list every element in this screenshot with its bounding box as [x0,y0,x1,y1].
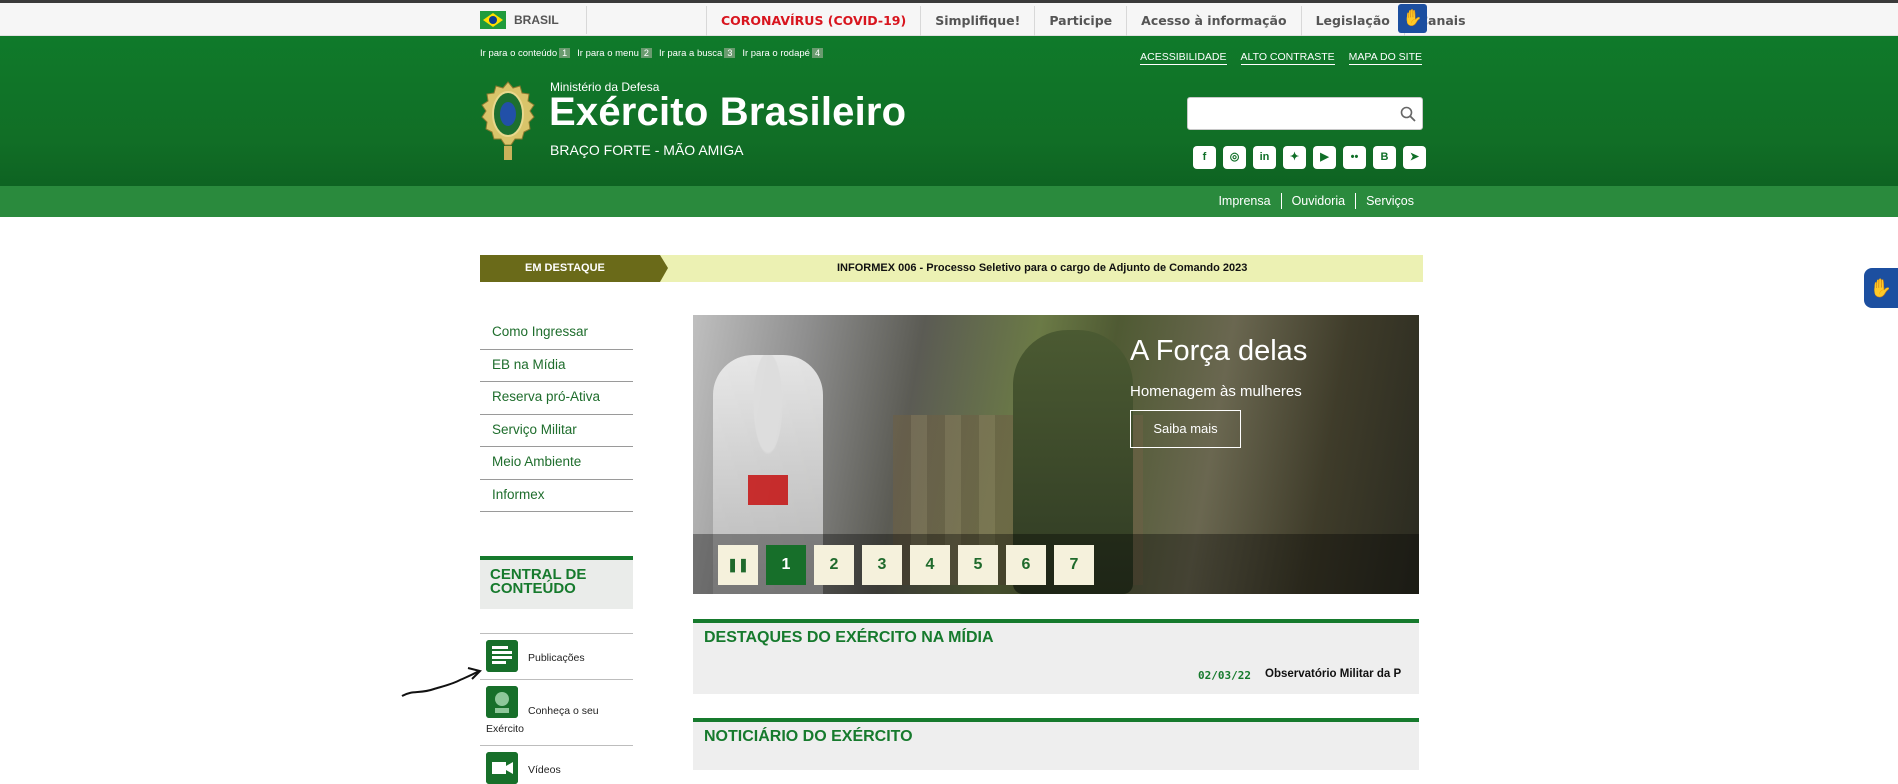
side-menu-servico-militar[interactable]: Serviço Militar [480,415,633,447]
pager-page-6[interactable]: 6 [1006,545,1046,585]
document-icon [486,640,518,672]
brasil-label: BRASIL [514,13,559,27]
sitemap-link[interactable]: MAPA DO SITE [1348,51,1422,65]
social-links: f ◎ in ✦ ▶ •• B ➤ [1193,146,1426,169]
side-menu: Como Ingressar EB na Mídia Reserva pró-A… [480,317,633,512]
gov-link-simplifique[interactable]: Simplifique! [920,6,1034,36]
subnav-ouvidoria[interactable]: Ouvidoria [1280,193,1356,209]
gov-bar-divider [586,6,587,34]
pager-page-2[interactable]: 2 [814,545,854,585]
search-input[interactable] [1194,98,1394,126]
vlibras-widget-icon[interactable]: ✋ [1864,268,1898,308]
publications-label: Publicações [528,652,585,664]
side-menu-eb-na-midia[interactable]: EB na Mídia [480,350,633,382]
twitter-icon[interactable]: ✦ [1283,146,1306,169]
skip-links: Ir para o conteúdo 1 Ir para o menu 2 Ir p… [480,48,826,59]
subnav-servicos[interactable]: Serviços [1355,193,1424,209]
skip-link-footer[interactable]: Ir para o rodapé 4 [742,48,826,59]
sub-nav: Imprensa Ouvidoria Serviços [1208,193,1424,209]
facebook-icon[interactable]: f [1193,146,1216,169]
army-badge-icon [486,686,518,718]
skip-link-search[interactable]: Ir para a busca 3 [659,48,738,59]
high-contrast-link[interactable]: ALTO CONTRASTE [1240,51,1335,65]
accessibility-links: ACESSIBILIDADE ALTO CONTRASTE MAPA DO SI… [1140,51,1422,65]
news-section-title: NOTICIÁRIO DO EXÉRCITO [704,728,913,745]
search-icon[interactable] [1400,106,1416,122]
videos-label: Vídeos [528,764,561,776]
hero-banner[interactable]: A Força delas Homenagem às mulheres Saib… [693,315,1419,594]
subnav-imprensa[interactable]: Imprensa [1208,193,1280,209]
videos-link[interactable]: Vídeos [480,745,633,784]
publications-link[interactable]: Publicações [480,633,633,679]
army-emblem-icon[interactable] [480,80,536,164]
flickr-icon[interactable]: •• [1343,146,1366,169]
sub-navigation-bar [0,186,1898,217]
brasil-link[interactable]: BRASIL [480,10,559,30]
side-menu-meio-ambiente[interactable]: Meio Ambiente [480,447,633,480]
gov-nav: CORONAVÍRUS (COVID-19) Simplifique! Part… [706,6,1480,36]
know-army-label-2: Exército [486,723,524,735]
instagram-icon[interactable]: ◎ [1223,146,1246,169]
pager-page-5[interactable]: 5 [958,545,998,585]
brazil-flag-icon [480,11,506,29]
gov-link-acesso[interactable]: Acesso à informação [1126,6,1300,36]
side-menu-reserva[interactable]: Reserva pró-Ativa [480,382,633,415]
highlight-ticker[interactable]: EM DESTAQUE INFORMEX 006 - Processo Sele… [480,255,1423,282]
site-motto: BRAÇO FORTE - MÃO AMIGA [550,142,744,158]
blogger-icon[interactable]: B [1373,146,1396,169]
libras-hands-icon[interactable]: ✋ [1398,4,1427,33]
gov-link-legislacao[interactable]: Legislação [1300,6,1404,36]
search-box[interactable] [1187,97,1423,130]
youtube-icon[interactable]: ▶ [1313,146,1336,169]
telegram-icon[interactable]: ➤ [1403,146,1426,169]
pager-page-1[interactable]: 1 [766,545,806,585]
content-links: Publicações Conheça o seu Exército Vídeo… [480,633,633,784]
site-title[interactable]: Exército Brasileiro [549,90,906,135]
gov-link-participe[interactable]: Participe [1034,6,1126,36]
central-heading: CENTRAL DE CONTEÚDO [480,556,633,609]
side-menu-como-ingressar[interactable]: Como Ingressar [480,317,633,350]
banner-title: A Força delas [1130,335,1308,367]
skip-link-menu[interactable]: Ir para o menu 2 [577,48,655,59]
gov-link-covid[interactable]: CORONAVÍRUS (COVID-19) [706,6,920,36]
pager-page-4[interactable]: 4 [910,545,950,585]
pause-icon[interactable]: ❚❚ [718,545,758,585]
highlight-text[interactable]: INFORMEX 006 - Processo Seletivo para o … [837,255,1247,282]
know-army-link[interactable]: Conheça o seu Exército [480,679,633,745]
media-highlights: DESTAQUES DO EXÉRCITO NA MÍDIA 02/03/22 … [693,619,1419,694]
media-item-date: 02/03/22 [1198,669,1251,682]
skip-link-content[interactable]: Ir para o conteúdo 1 [480,48,573,59]
banner-pager: ❚❚ 1 2 3 4 5 6 7 [718,545,1094,585]
highlight-tag: EM DESTAQUE [480,255,668,282]
banner-more-button[interactable]: Saiba mais [1130,410,1241,448]
linkedin-icon[interactable]: in [1253,146,1276,169]
site-header [0,36,1898,186]
media-highlights-title: DESTAQUES DO EXÉRCITO NA MÍDIA [704,629,994,646]
news-section: NOTICIÁRIO DO EXÉRCITO [693,718,1419,770]
accessibility-link[interactable]: ACESSIBILIDADE [1140,51,1227,65]
hand-drawn-arrow-icon [401,667,482,697]
pager-page-3[interactable]: 3 [862,545,902,585]
side-menu-informex[interactable]: Informex [480,480,633,512]
banner-subtitle: Homenagem às mulheres [1130,383,1302,400]
video-camera-icon [486,752,518,784]
media-item-headline[interactable]: Observatório Militar da P [1265,668,1401,680]
know-army-label: Conheça o seu [528,705,599,717]
pager-page-7[interactable]: 7 [1054,545,1094,585]
